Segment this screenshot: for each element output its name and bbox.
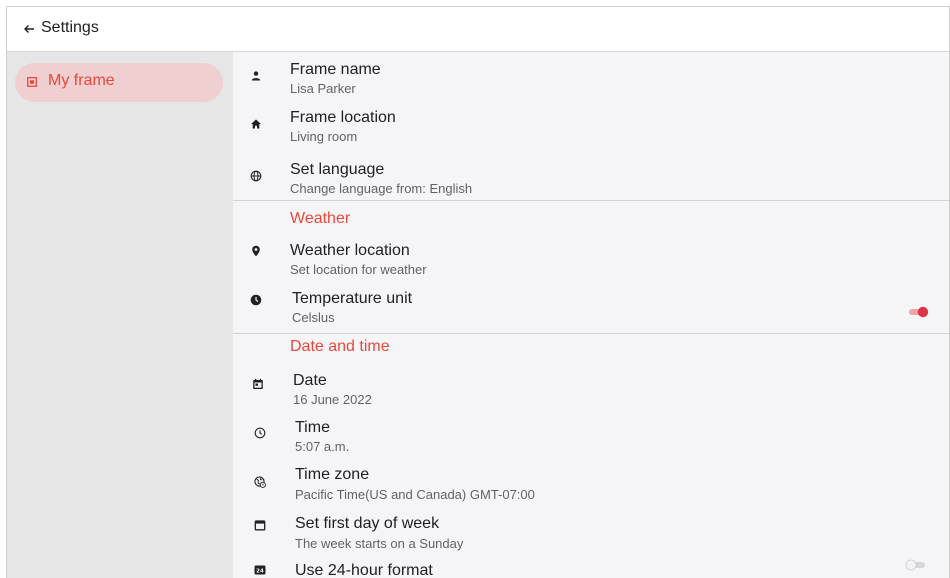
weather-location-setting[interactable]: Weather location Set location for weathe… xyxy=(233,241,949,283)
setting-value: 5:07 a.m. xyxy=(295,439,350,454)
setting-label: Weather location xyxy=(290,242,410,259)
setting-value: Change language from: English xyxy=(290,181,473,196)
setting-label: Use 24-hour format xyxy=(295,562,433,578)
home-icon xyxy=(251,119,261,129)
globe-icon xyxy=(250,170,262,182)
weather-section-title: Weather xyxy=(290,210,351,227)
clock-outline-icon xyxy=(254,427,266,439)
page-title: Settings xyxy=(41,19,99,36)
settings-content: Frame name Lisa Parker Frame location Li… xyxy=(233,52,949,578)
timezone-globe-icon xyxy=(254,476,266,488)
setting-value: Living room xyxy=(290,129,358,144)
temperature-unit-setting[interactable]: Temperature unit Celslus xyxy=(233,289,949,333)
back-arrow-icon[interactable] xyxy=(23,22,35,36)
calendar-outline-icon xyxy=(254,520,266,531)
setting-label: Set first day of week xyxy=(295,515,440,532)
app-window: Settings My frame Frame name Lisa Parker… xyxy=(6,6,950,578)
frame-name-setting[interactable]: Frame name Lisa Parker xyxy=(233,60,949,104)
24-hour-format-toggle[interactable] xyxy=(904,558,926,572)
setting-label: Set language xyxy=(290,161,385,178)
date-time-section-title: Date and time xyxy=(290,338,390,355)
calendar-icon xyxy=(253,378,263,389)
language-setting[interactable]: Set language Change language from: Engli… xyxy=(233,160,949,200)
frame-location-setting[interactable]: Frame location Living room xyxy=(233,108,949,152)
top-app-bar: Settings xyxy=(7,7,949,52)
setting-value: The week starts on a Sunday xyxy=(295,536,464,551)
setting-label: Time xyxy=(295,419,330,436)
setting-label: Frame location xyxy=(290,109,396,126)
svg-text:24: 24 xyxy=(256,568,264,574)
time-setting[interactable]: Time 5:07 a.m. xyxy=(233,418,949,460)
setting-label: Frame name xyxy=(290,61,381,78)
sidebar-item-label: My frame xyxy=(48,72,115,89)
setting-label: Time zone xyxy=(295,466,370,483)
setting-value: Pacific Time(US and Canada) GMT-07:00 xyxy=(295,487,535,502)
person-icon xyxy=(251,71,261,81)
24h-icon: 24 xyxy=(254,565,266,575)
setting-value: Set location for weather xyxy=(290,262,427,277)
clock-icon xyxy=(250,294,262,306)
24-hour-format-setting[interactable]: 24 Use 24-hour format xyxy=(233,558,949,578)
setting-value: 16 June 2022 xyxy=(293,392,372,407)
section-divider xyxy=(233,333,949,334)
setting-value: Lisa Parker xyxy=(290,81,356,96)
first-day-of-week-setting[interactable]: Set first day of week The week starts on… xyxy=(233,514,949,556)
section-divider xyxy=(233,200,949,201)
time-zone-setting[interactable]: Time zone Pacific Time(US and Canada) GM… xyxy=(233,465,949,509)
setting-label: Date xyxy=(293,372,327,389)
setting-value: Celslus xyxy=(292,310,335,325)
sidebar-item-my-frame[interactable]: My frame xyxy=(15,63,223,102)
date-setting[interactable]: Date 16 June 2022 xyxy=(233,371,949,411)
temperature-unit-toggle[interactable] xyxy=(908,305,930,319)
setting-label: Temperature unit xyxy=(292,290,413,307)
location-pin-icon xyxy=(252,245,260,257)
frame-icon xyxy=(27,77,37,87)
sidebar: My frame xyxy=(7,52,233,578)
